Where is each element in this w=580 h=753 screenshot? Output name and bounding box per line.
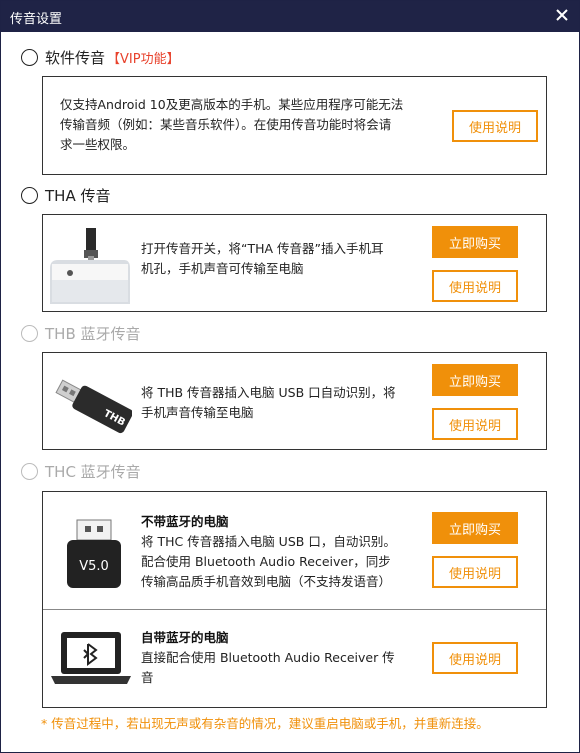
software-description: 仅支持Android 10及更高版本的手机。某些应用程序可能无法 传输音频（例如… xyxy=(60,95,403,155)
desc-line: 手机声音传输至电脑 xyxy=(141,405,254,420)
tha-device-image xyxy=(50,228,130,304)
desc-line: 传输高品质手机音效到电脑（不支持发语音） xyxy=(141,574,392,589)
radio-option-tha[interactable]: THA 传音 xyxy=(21,184,110,206)
radio-option-software[interactable]: 软件传音 【VIP功能】 xyxy=(21,46,180,68)
radio-option-thb[interactable]: THB 蓝牙传音 xyxy=(21,322,141,344)
no-bt-heading: 不带蓝牙的电脑 xyxy=(141,514,229,529)
tha-buy-button[interactable]: 立即购买 xyxy=(432,226,518,258)
thb-instructions-button[interactable]: 使用说明 xyxy=(432,408,518,440)
thb-description: 将 THB 传音器插入电脑 USB 口自动识别，将 手机声音传输至电脑 xyxy=(141,383,396,423)
desc-line: 求一些权限。 xyxy=(60,137,136,152)
desc-line: 将 THC 传音器插入电脑 USB 口，自动识别。 xyxy=(141,534,396,549)
option-label: THA 传音 xyxy=(45,186,111,205)
thc-no-bt-instructions-button[interactable]: 使用说明 xyxy=(432,556,518,588)
thc-buy-button[interactable]: 立即购买 xyxy=(432,512,518,544)
settings-window: 传音设置 软件传音 【VIP功能】 仅支持Android 10及更高版本的手机。… xyxy=(0,0,580,753)
tha-description: 打开传音开关，将“THA 传音器”插入手机耳 机孔，手机声音可传输至电脑 xyxy=(141,239,384,279)
option-label: THC 蓝牙传音 xyxy=(45,462,141,481)
desc-line: 将 THB 传音器插入电脑 USB 口自动识别，将 xyxy=(141,385,396,400)
option-label: THB 蓝牙传音 xyxy=(45,324,141,343)
radio-button[interactable] xyxy=(21,186,38,204)
option-label: 软件传音 xyxy=(45,48,106,67)
footnote: * 传音过程中，若出现无声或有杂音的情况，建议重启电脑或手机，并重新连接。 xyxy=(41,716,489,731)
divider xyxy=(43,609,546,610)
thb-buy-button[interactable]: 立即购买 xyxy=(432,364,518,396)
radio-button[interactable] xyxy=(21,462,38,480)
desc-line: 音 xyxy=(141,670,154,685)
thc-with-bt-description: 自带蓝牙的电脑 直接配合使用 Bluetooth Audio Receiver … xyxy=(141,628,395,688)
radio-option-thc[interactable]: THC 蓝牙传音 xyxy=(21,460,141,482)
desc-line: 传输音频（例如：某些音乐软件）。在使用传音功能时将会请 xyxy=(60,117,392,132)
radio-button[interactable] xyxy=(21,48,38,66)
vip-badge: 【VIP功能】 xyxy=(107,51,180,67)
radio-button[interactable] xyxy=(21,324,38,342)
desc-line: 机孔，手机声音可传输至电脑 xyxy=(141,261,304,276)
laptop-bluetooth-image xyxy=(51,632,131,684)
thc-with-bt-instructions-button[interactable]: 使用说明 xyxy=(432,642,518,674)
thb-info-box: THB 将 THB 传音器插入电脑 USB 口自动识别，将 手机声音传输至电脑 … xyxy=(42,352,547,450)
thb-device-image: THB xyxy=(55,379,132,434)
desc-line: 配合使用 Bluetooth Audio Receiver，同步 xyxy=(141,554,391,569)
software-instructions-button[interactable]: 使用说明 xyxy=(452,110,538,142)
desc-line: 打开传音开关，将“THA 传音器”插入手机耳 xyxy=(141,241,384,256)
software-info-box: 仅支持Android 10及更高版本的手机。某些应用程序可能无法 传输音频（例如… xyxy=(42,76,547,175)
close-icon[interactable] xyxy=(554,7,570,23)
thc-info-box: V5.0 不带蓝牙的电脑 将 THC 传音器插入电脑 USB 口，自动识别。 配… xyxy=(42,491,547,708)
desc-line: 仅支持Android 10及更高版本的手机。某些应用程序可能无法 xyxy=(60,97,404,112)
window-title: 传音设置 xyxy=(10,12,63,27)
tha-instructions-button[interactable]: 使用说明 xyxy=(432,270,518,302)
thc-device-label: V5.0 xyxy=(79,559,109,574)
thc-dongle-image: V5.0 xyxy=(67,519,121,588)
tha-info-box: 打开传音开关，将“THA 传音器”插入手机耳 机孔，手机声音可传输至电脑 立即购… xyxy=(42,214,547,312)
with-bt-heading: 自带蓝牙的电脑 xyxy=(141,630,229,645)
thc-no-bt-description: 不带蓝牙的电脑 将 THC 传音器插入电脑 USB 口，自动识别。 配合使用 B… xyxy=(141,512,396,592)
desc-line: 直接配合使用 Bluetooth Audio Receiver 传 xyxy=(141,650,395,665)
title-bar: 传音设置 xyxy=(1,1,579,32)
